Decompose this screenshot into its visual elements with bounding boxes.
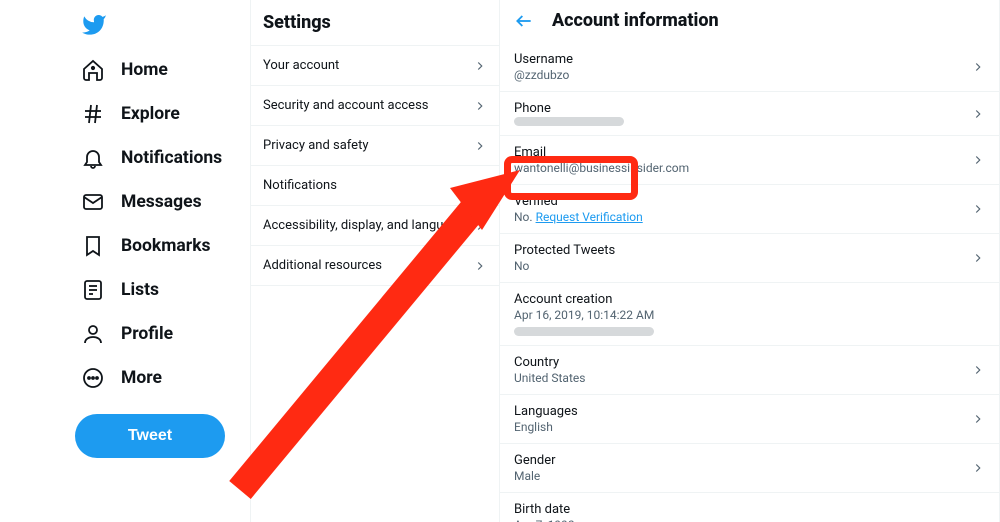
more-icon xyxy=(81,366,105,390)
twitter-logo[interactable] xyxy=(75,8,250,48)
chevron-right-icon xyxy=(473,219,487,233)
info-value: Apr 7, 1990 xyxy=(514,518,709,522)
redacted-value xyxy=(514,327,654,336)
info-protected[interactable]: Protected Tweets No xyxy=(500,234,999,283)
redacted-value xyxy=(514,117,624,126)
info-label: Email xyxy=(514,145,689,160)
chevron-right-icon xyxy=(971,461,985,475)
info-label: Account creation xyxy=(514,292,654,307)
info-value: Apr 16, 2019, 10:14:22 AM xyxy=(514,308,654,322)
settings-column: Settings Your account Security and accou… xyxy=(250,0,500,522)
info-value: United States xyxy=(514,371,585,385)
settings-item-label: Accessibility, display, and languages xyxy=(263,218,471,233)
hash-icon xyxy=(81,102,105,126)
info-email[interactable]: Email wantonelli@businessinsider.com xyxy=(500,136,999,185)
nav-label: Profile xyxy=(121,324,173,344)
settings-item-label: Notifications xyxy=(263,178,337,193)
list-icon xyxy=(81,278,105,302)
nav-profile[interactable]: Profile xyxy=(75,312,250,356)
tweet-button[interactable]: Tweet xyxy=(75,414,225,458)
chevron-right-icon xyxy=(971,202,985,216)
settings-title: Settings xyxy=(251,0,499,45)
settings-item-label: Privacy and safety xyxy=(263,138,368,153)
chevron-right-icon xyxy=(473,259,487,273)
info-label: Protected Tweets xyxy=(514,243,615,258)
settings-additional[interactable]: Additional resources xyxy=(251,246,499,286)
info-value: @zzdubzo xyxy=(514,68,573,82)
back-button[interactable] xyxy=(514,11,534,31)
settings-accessibility[interactable]: Accessibility, display, and languages xyxy=(251,206,499,246)
nav-home[interactable]: Home xyxy=(75,48,250,92)
settings-your-account[interactable]: Your account xyxy=(251,45,499,86)
chevron-right-icon xyxy=(971,60,985,74)
settings-privacy[interactable]: Privacy and safety xyxy=(251,126,499,166)
info-value: Male xyxy=(514,469,556,483)
chevron-right-icon xyxy=(971,107,985,121)
info-languages[interactable]: Languages English xyxy=(500,395,999,444)
nav-label: Explore xyxy=(121,104,180,124)
settings-item-label: Your account xyxy=(263,58,339,73)
settings-item-label: Security and account access xyxy=(263,98,429,113)
chevron-right-icon xyxy=(473,59,487,73)
bird-icon xyxy=(81,12,107,38)
settings-notifications[interactable]: Notifications xyxy=(251,166,499,206)
bookmark-icon xyxy=(81,234,105,258)
nav-label: Bookmarks xyxy=(121,236,211,256)
info-country[interactable]: Country United States xyxy=(500,346,999,395)
info-label: Username xyxy=(514,52,573,67)
chevron-right-icon xyxy=(473,99,487,113)
info-label: Country xyxy=(514,355,585,370)
nav-label: Home xyxy=(121,60,168,80)
chevron-right-icon xyxy=(971,153,985,167)
info-username[interactable]: Username @zzdubzo xyxy=(500,43,999,92)
nav-more[interactable]: More xyxy=(75,356,250,400)
app-root: Home Explore Notifications Messages Book xyxy=(0,0,1000,522)
info-label: Phone xyxy=(514,101,624,116)
info-label: Gender xyxy=(514,453,556,468)
info-value: wantonelli@businessinsider.com xyxy=(514,161,689,175)
nav-bookmarks[interactable]: Bookmarks xyxy=(75,224,250,268)
info-label: Verified xyxy=(514,194,643,209)
info-gender[interactable]: Gender Male xyxy=(500,444,999,493)
chevron-right-icon xyxy=(473,139,487,153)
nav-lists[interactable]: Lists xyxy=(75,268,250,312)
chevron-right-icon xyxy=(473,179,487,193)
account-title: Account information xyxy=(552,10,719,31)
nav-messages[interactable]: Messages xyxy=(75,180,250,224)
info-label: Languages xyxy=(514,404,578,419)
settings-security[interactable]: Security and account access xyxy=(251,86,499,126)
request-verification-link[interactable]: Request Verification xyxy=(536,210,643,224)
bell-icon xyxy=(81,146,105,170)
primary-sidebar: Home Explore Notifications Messages Book xyxy=(0,0,250,522)
home-icon xyxy=(81,58,105,82)
verified-prefix: No. xyxy=(514,210,533,224)
info-value: No. Request Verification xyxy=(514,210,643,224)
chevron-right-icon xyxy=(971,412,985,426)
nav-label: Lists xyxy=(121,280,159,300)
info-value: No xyxy=(514,259,615,273)
info-birth-date: Birth date Apr 7, 1990 Add your date of … xyxy=(500,493,999,522)
account-column: Account information Username @zzdubzo Ph… xyxy=(500,0,1000,522)
nav-explore[interactable]: Explore xyxy=(75,92,250,136)
info-account-creation: Account creation Apr 16, 2019, 10:14:22 … xyxy=(500,283,999,346)
nav-label: Notifications xyxy=(121,148,222,168)
chevron-right-icon xyxy=(971,251,985,265)
account-header: Account information xyxy=(500,0,999,43)
nav-notifications[interactable]: Notifications xyxy=(75,136,250,180)
nav-label: More xyxy=(121,368,162,388)
envelope-icon xyxy=(81,190,105,214)
info-label: Birth date xyxy=(514,502,709,517)
nav-label: Messages xyxy=(121,192,202,212)
info-value: English xyxy=(514,420,578,434)
chevron-right-icon xyxy=(971,363,985,377)
person-icon xyxy=(81,322,105,346)
info-verified[interactable]: Verified No. Request Verification xyxy=(500,185,999,234)
info-phone[interactable]: Phone xyxy=(500,92,999,136)
arrow-left-icon xyxy=(514,11,534,31)
settings-item-label: Additional resources xyxy=(263,258,382,273)
